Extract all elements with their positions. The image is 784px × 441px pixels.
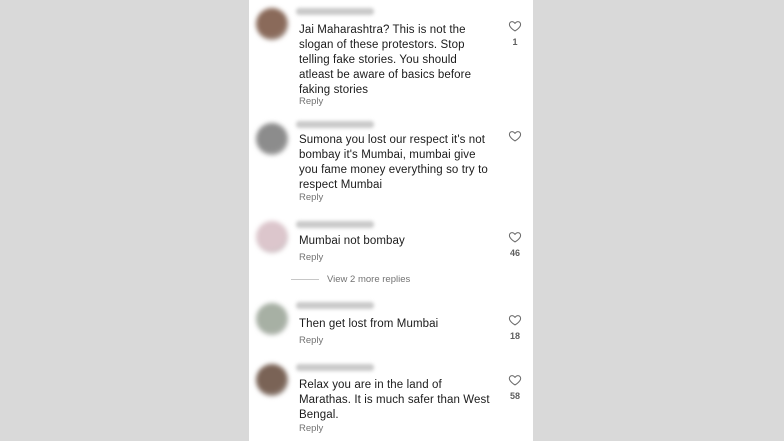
avatar[interactable]	[256, 123, 288, 155]
heart-outline-icon	[508, 375, 522, 386]
right-gutter	[533, 0, 784, 441]
username-blurred[interactable]	[296, 364, 374, 371]
username-blurred[interactable]	[296, 221, 374, 228]
username-blurred[interactable]	[296, 8, 374, 15]
divider-line	[291, 279, 319, 280]
avatar[interactable]	[256, 303, 288, 335]
username-blurred[interactable]	[296, 121, 374, 128]
avatar[interactable]	[256, 364, 288, 396]
heart-outline-icon	[508, 315, 522, 326]
heart-outline-icon	[508, 131, 522, 142]
like-button[interactable]	[508, 230, 522, 244]
like-button[interactable]	[508, 373, 522, 387]
comment-text: Then get lost from Mumbai	[299, 318, 439, 330]
reply-button[interactable]: Reply	[299, 252, 323, 263]
reply-button[interactable]: Reply	[299, 335, 323, 346]
comment-text: Relax you are in the land of Marathas. I…	[299, 379, 490, 421]
reply-button[interactable]: Reply	[299, 192, 323, 203]
reply-button[interactable]: Reply	[299, 423, 323, 434]
heart-outline-icon	[508, 232, 522, 243]
avatar[interactable]	[256, 221, 288, 253]
like-button[interactable]	[508, 19, 522, 33]
view-more-replies-label: View 2 more replies	[327, 274, 411, 285]
username-blurred[interactable]	[296, 302, 374, 309]
like-button[interactable]	[508, 313, 522, 327]
like-count: 18	[509, 331, 520, 341]
like-count: 58	[509, 391, 520, 401]
left-gutter	[0, 0, 249, 441]
comment-text: Jai Maharashtra? This is not the slogan …	[299, 24, 472, 96]
comments-panel: Jai Maharashtra? This is not the slogan …	[249, 0, 533, 441]
heart-outline-icon	[508, 21, 522, 32]
comment-text: Mumbai not bombay	[299, 235, 405, 247]
view-more-replies-button[interactable]: View 2 more replies	[291, 274, 410, 285]
like-button[interactable]	[508, 129, 522, 143]
like-count: 46	[509, 248, 520, 258]
avatar[interactable]	[256, 8, 288, 40]
comment-text: Sumona you lost our respect it's not bom…	[299, 134, 488, 191]
like-count: 1	[512, 37, 518, 47]
reply-button[interactable]: Reply	[299, 96, 323, 107]
